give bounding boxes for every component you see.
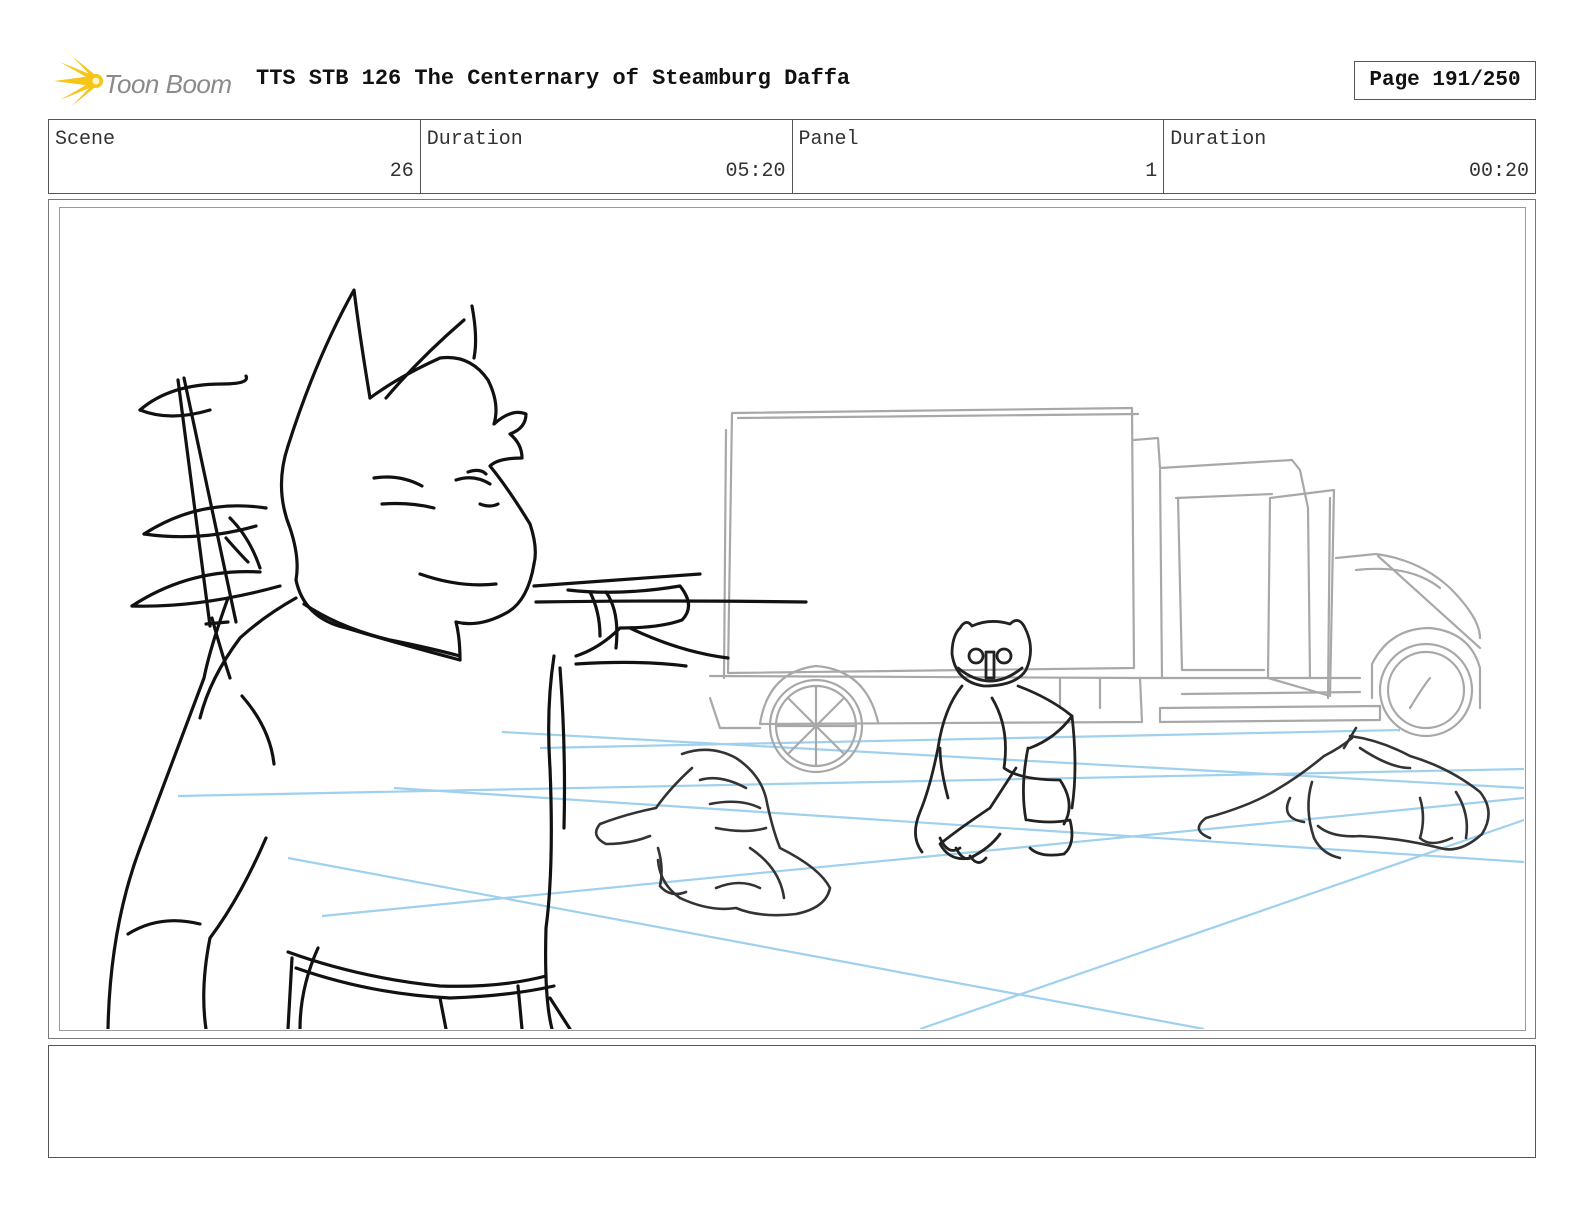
- panel-label: Panel: [798, 128, 859, 151]
- scene-info-table: Scene 26 Duration 05:20 Panel 1 Duration…: [48, 119, 1536, 194]
- toon-boom-logo: Toon Boom: [52, 56, 238, 106]
- panel-cell: Panel 1: [793, 120, 1165, 193]
- panel-duration-cell: Duration 00:20: [1164, 120, 1535, 193]
- document-title: TTS STB 126 The Centernary of Steamburg …: [256, 66, 851, 91]
- perspective-guides: [177, 728, 1524, 1029]
- page-number: Page 191/250: [1354, 61, 1536, 100]
- truck-sketch: [708, 406, 1482, 774]
- panel-duration-label: Duration: [1170, 128, 1267, 151]
- scene-duration-label: Duration: [426, 128, 523, 151]
- scene-duration-cell: Duration 05:20: [421, 120, 793, 193]
- wolf-character-sketch: [106, 288, 808, 1029]
- scene-cell: Scene 26: [49, 120, 421, 193]
- fallen-figure-left-sketch: [594, 748, 832, 917]
- storyboard-sketch: [106, 288, 1524, 1029]
- toon-boom-star-icon: [54, 56, 103, 106]
- panel-value: 1: [1145, 160, 1158, 183]
- storyboard-panel-drawing: [59, 207, 1526, 1031]
- scene-label: Scene: [55, 128, 116, 151]
- panel-notes-box: [48, 1045, 1536, 1158]
- fallen-figure-right-sketch: [1197, 726, 1490, 860]
- crouching-bear-sketch: [914, 619, 1077, 864]
- scene-value: 26: [389, 160, 414, 183]
- scene-duration-value: 05:20: [725, 160, 786, 183]
- panel-duration-value: 00:20: [1468, 160, 1529, 183]
- logo-text: Toon Boom: [104, 69, 232, 99]
